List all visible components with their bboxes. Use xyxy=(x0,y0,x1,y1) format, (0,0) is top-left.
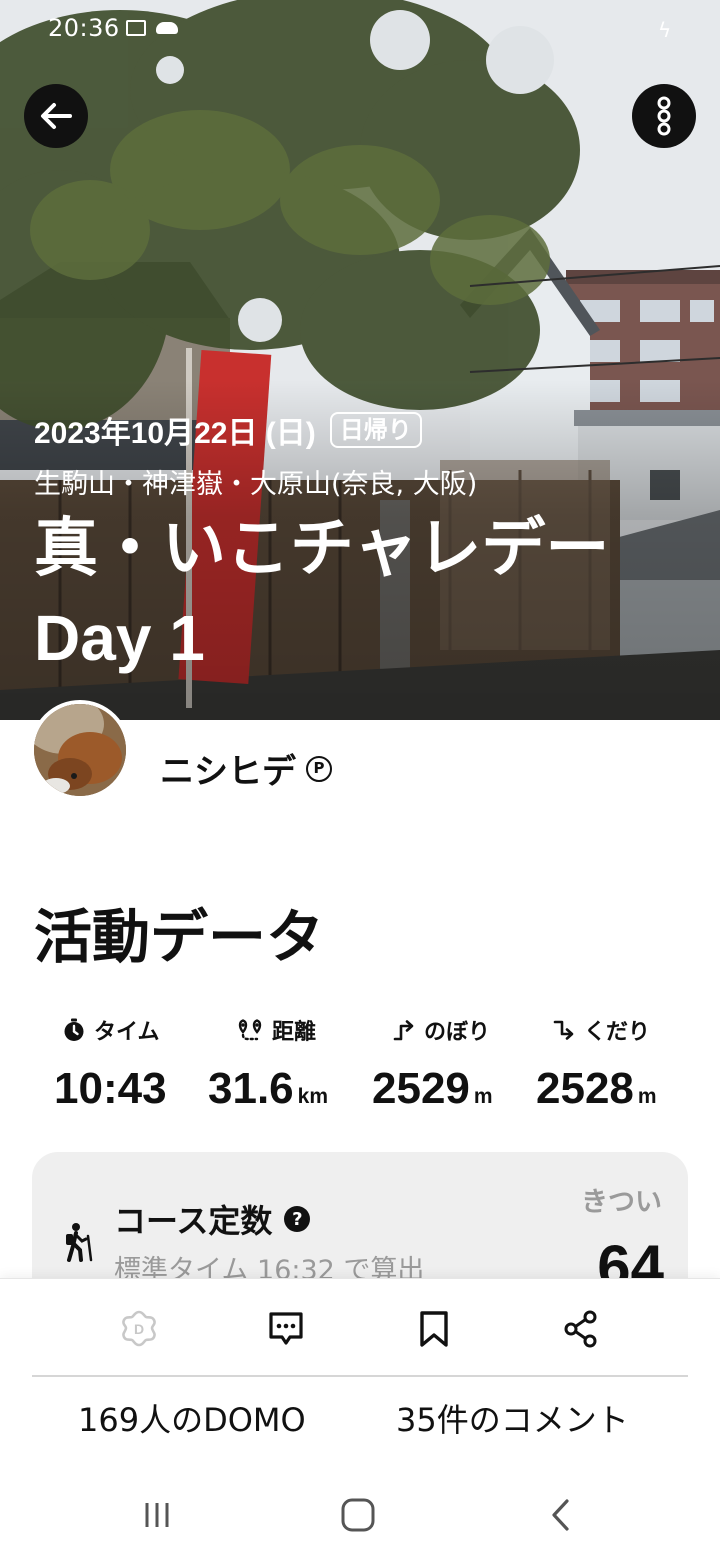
comment-icon xyxy=(269,1312,303,1345)
stat-label: くだり xyxy=(584,1020,651,1045)
back-button[interactable] xyxy=(24,84,88,148)
avatar[interactable] xyxy=(30,700,130,800)
arrow-left-icon xyxy=(41,103,72,129)
user-name: ニシヒデ xyxy=(160,752,296,792)
more-options-button[interactable] xyxy=(632,84,696,148)
section-title: 活動データ xyxy=(34,905,325,970)
back-nav-icon xyxy=(552,1499,569,1531)
system-back-button[interactable] xyxy=(530,1490,590,1540)
stat-value: 2529 xyxy=(372,1064,470,1113)
stat-value: 31.6 xyxy=(208,1064,294,1113)
action-counts: 169人のDOMO 35件のコメント xyxy=(0,1395,720,1445)
stat-unit: m xyxy=(473,1085,493,1108)
status-bar: 20:36 ϟ xyxy=(0,0,720,60)
cloud-notification-icon xyxy=(156,22,178,34)
bookmark-button[interactable] xyxy=(408,1303,460,1355)
user-avatar-image xyxy=(34,704,126,796)
premium-badge-icon: P xyxy=(306,755,332,782)
home-button[interactable] xyxy=(328,1490,388,1540)
stat-value: 2528 xyxy=(536,1064,634,1113)
course-title: コース定数 xyxy=(114,1202,273,1240)
domo-button[interactable]: D xyxy=(113,1303,165,1355)
stopwatch-icon xyxy=(64,1018,84,1041)
descent-arrow-icon xyxy=(553,1020,574,1040)
mountain-names[interactable]: 生駒山・神津嶽・大原山(奈良, 大阪) xyxy=(34,462,634,501)
stat-label: タイム xyxy=(94,1020,160,1045)
more-vertical-icon xyxy=(657,96,671,136)
activity-title: 真・いこチャレデー Day 1 xyxy=(34,512,610,674)
share-icon xyxy=(564,1310,597,1348)
recent-apps-button[interactable] xyxy=(127,1490,187,1540)
user-name-row[interactable]: ニシヒデ P xyxy=(160,744,332,793)
status-time: 20:36 xyxy=(48,14,120,42)
domo-icon: D xyxy=(122,1310,156,1347)
home-icon xyxy=(341,1498,375,1532)
domo-count-link[interactable]: 169人のDOMO xyxy=(78,1395,306,1441)
course-difficulty-level: きつい xyxy=(581,1187,662,1218)
share-button[interactable] xyxy=(555,1303,607,1355)
stat-unit: km xyxy=(297,1085,328,1108)
action-bar: D 169人のDOMO 35件のコメント xyxy=(0,1278,720,1470)
ascent-arrow-icon xyxy=(393,1020,414,1041)
stat-value: 10:43 xyxy=(54,1064,167,1113)
comment-count-link[interactable]: 35件のコメント xyxy=(396,1395,629,1441)
route-pin-icon xyxy=(238,1019,262,1041)
hero-photo: 20:36 ϟ 2023年10月22日 (日) 日帰り 生駒山・神津嶽・大原山(… xyxy=(0,0,720,720)
hiker-icon xyxy=(66,1223,93,1262)
activity-stats: タイム 10:43 距離 31.6 km のぼり 2529 m くだり 2528… xyxy=(0,1014,720,1124)
bookmark-icon xyxy=(420,1311,448,1347)
stat-label: のぼり xyxy=(424,1020,491,1045)
stat-descent: くだり 2528 m xyxy=(536,1014,657,1114)
divider xyxy=(32,1375,688,1377)
svg-text:D: D xyxy=(134,1321,144,1337)
comment-button[interactable] xyxy=(260,1303,312,1355)
stat-distance: 距離 31.6 km xyxy=(208,1014,328,1114)
stat-ascent: のぼり 2529 m xyxy=(372,1014,493,1114)
trip-type-badge: 日帰り xyxy=(329,412,422,448)
gallery-notification-icon xyxy=(126,20,146,36)
activity-date: 2023年10月22日 (日) xyxy=(34,417,316,450)
help-icon[interactable]: ? xyxy=(284,1206,311,1232)
hero-info: 2023年10月22日 (日) 日帰り 生駒山・神津嶽・大原山(奈良, 大阪) … xyxy=(34,408,634,683)
stat-unit: m xyxy=(637,1085,657,1108)
battery-charging-icon: ϟ xyxy=(658,18,672,42)
recent-apps-icon xyxy=(145,1503,169,1527)
stat-time: タイム 10:43 xyxy=(54,1014,171,1114)
action-icons: D xyxy=(0,1303,720,1355)
stat-label: 距離 xyxy=(272,1020,317,1045)
system-nav-bar xyxy=(0,1470,720,1560)
